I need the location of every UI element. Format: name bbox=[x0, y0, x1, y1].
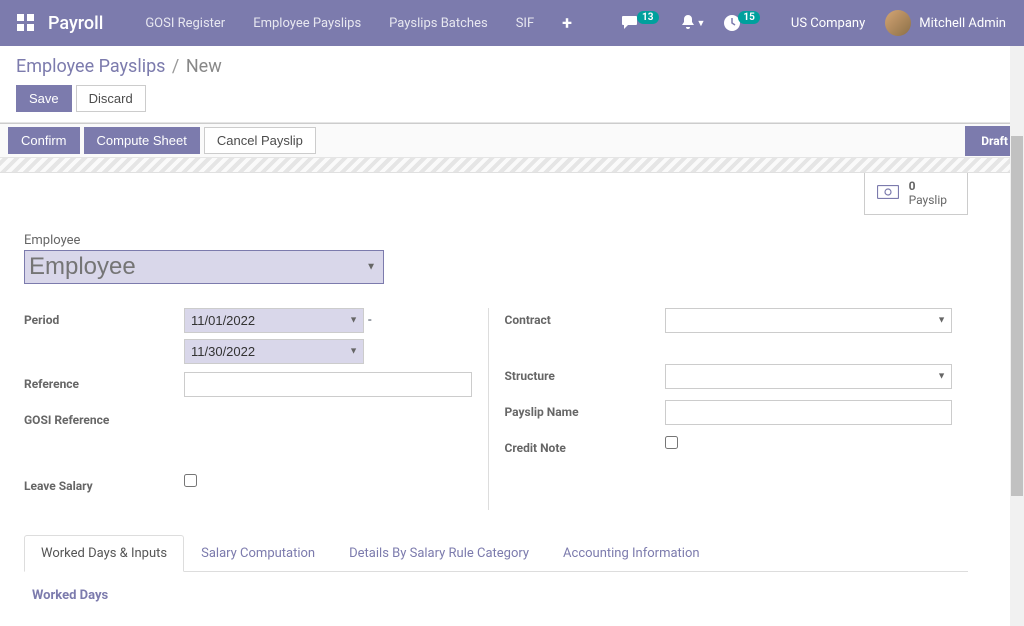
compute-sheet-button[interactable]: Compute Sheet bbox=[84, 127, 200, 154]
activities-icon[interactable]: 15 bbox=[717, 14, 768, 32]
systray: 13 ▼ 15 bbox=[608, 14, 777, 32]
company-switcher[interactable]: US Company bbox=[777, 16, 879, 31]
breadcrumb: Employee Payslips / New bbox=[16, 56, 1008, 77]
nav-payslips-batches[interactable]: Payslips Batches bbox=[375, 0, 502, 46]
nav-sif[interactable]: SIF bbox=[502, 0, 548, 46]
activities-badge: 15 bbox=[738, 11, 759, 24]
avatar bbox=[885, 10, 911, 36]
user-name: Mitchell Admin bbox=[919, 16, 1006, 31]
stat-value: 0 bbox=[909, 179, 947, 193]
credit-note-checkbox[interactable] bbox=[665, 436, 678, 449]
control-panel: Employee Payslips / New Save Discard bbox=[0, 46, 1024, 123]
breadcrumb-current: New bbox=[186, 56, 222, 77]
statusbar: Confirm Compute Sheet Cancel Payslip Dra… bbox=[0, 123, 1024, 158]
scrollbar-thumb[interactable] bbox=[1011, 136, 1023, 496]
leave-salary-label: Leave Salary bbox=[24, 474, 184, 493]
messages-icon[interactable]: 13 bbox=[616, 15, 667, 31]
reference-field[interactable] bbox=[184, 372, 472, 397]
period-from-field[interactable] bbox=[184, 308, 364, 333]
nav-employee-payslips[interactable]: Employee Payslips bbox=[239, 0, 375, 46]
nav-add-menu[interactable]: + bbox=[548, 13, 586, 34]
app-brand[interactable]: Payroll bbox=[48, 13, 103, 34]
payslip-stat-button[interactable]: 0 Payslip bbox=[864, 173, 968, 215]
nav-gosi-register[interactable]: GOSI Register bbox=[131, 0, 239, 46]
apps-icon[interactable] bbox=[14, 11, 38, 35]
worked-days-section-title: Worked Days bbox=[32, 588, 960, 603]
employee-field[interactable] bbox=[24, 250, 384, 284]
save-button[interactable]: Save bbox=[16, 85, 72, 112]
form-sheet: 0 Payslip Employee ▼ Period bbox=[0, 173, 992, 626]
structure-label: Structure bbox=[505, 364, 665, 383]
payslip-name-label: Payslip Name bbox=[505, 400, 665, 419]
contract-field[interactable] bbox=[665, 308, 953, 333]
period-label: Period bbox=[24, 308, 184, 327]
period-separator: - bbox=[368, 313, 372, 328]
hatched-separator bbox=[0, 158, 1024, 173]
notifications-icon[interactable]: ▼ bbox=[674, 14, 712, 32]
top-navbar: Payroll GOSI Register Employee Payslips … bbox=[0, 0, 1024, 46]
notebook: Worked Days & Inputs Salary Computation … bbox=[24, 534, 968, 619]
stat-label: Payslip bbox=[909, 193, 947, 207]
scrollbar[interactable] bbox=[1010, 46, 1024, 626]
breadcrumb-sep: / bbox=[167, 56, 183, 77]
reference-label: Reference bbox=[24, 372, 184, 391]
chevron-down-icon: ▼ bbox=[697, 18, 706, 29]
tab-salary-computation[interactable]: Salary Computation bbox=[184, 535, 332, 572]
money-icon bbox=[877, 183, 899, 204]
gosi-reference-label: GOSI Reference bbox=[24, 408, 184, 427]
contract-label: Contract bbox=[505, 308, 665, 327]
leave-salary-checkbox[interactable] bbox=[184, 474, 197, 487]
user-menu[interactable]: Mitchell Admin bbox=[879, 10, 1016, 36]
credit-note-label: Credit Note bbox=[505, 436, 665, 455]
period-to-field[interactable] bbox=[184, 339, 364, 364]
messages-badge: 13 bbox=[637, 11, 658, 24]
tab-worked-days[interactable]: Worked Days & Inputs bbox=[24, 535, 184, 572]
employee-label: Employee bbox=[24, 233, 968, 248]
breadcrumb-parent[interactable]: Employee Payslips bbox=[16, 56, 165, 77]
discard-button[interactable]: Discard bbox=[76, 85, 146, 112]
tab-accounting[interactable]: Accounting Information bbox=[546, 535, 717, 572]
tab-details[interactable]: Details By Salary Rule Category bbox=[332, 535, 546, 572]
payslip-name-field[interactable] bbox=[665, 400, 953, 425]
confirm-button[interactable]: Confirm bbox=[8, 127, 80, 154]
cancel-payslip-button[interactable]: Cancel Payslip bbox=[204, 127, 316, 154]
structure-field[interactable] bbox=[665, 364, 953, 389]
